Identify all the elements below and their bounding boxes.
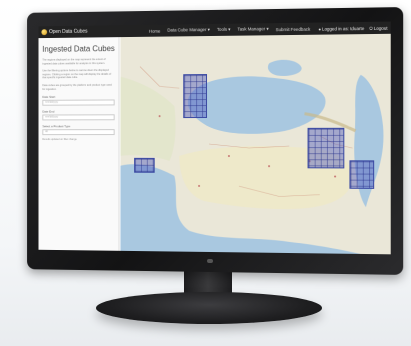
- product-type-select[interactable]: All: [42, 129, 115, 136]
- brand-logo[interactable]: Open Data Cubes: [41, 28, 88, 36]
- cube-logo-icon: [41, 29, 48, 36]
- nav-task-manager[interactable]: Task Manager ▾: [237, 26, 268, 32]
- map-view[interactable]: [120, 33, 391, 255]
- map-basemap: [120, 33, 391, 255]
- sidebar-footer-text: Results updated on filter change: [42, 138, 77, 142]
- monitor-bezel: Open Data Cubes Home Data Cube Manager ▾…: [27, 7, 404, 275]
- page-title: Ingested Data Cubes: [42, 44, 115, 54]
- sidebar-description-3: Data cubes are grouped by the platform a…: [42, 83, 112, 91]
- monitor-stand-base: [96, 292, 322, 324]
- brand-name: Open Data Cubes: [49, 28, 88, 36]
- user-label: Logged in as: tduarte: [321, 25, 365, 32]
- date-start-label: Date Start: [42, 95, 56, 100]
- date-start-input[interactable]: mm/dd/yyyy: [42, 99, 115, 106]
- sidebar-description-1: The regions displayed on the map represe…: [42, 58, 106, 66]
- user-icon: ●: [318, 26, 321, 32]
- logout-label: Logout: [373, 25, 388, 31]
- nav-submit-feedback[interactable]: Submit Feedback: [276, 26, 311, 31]
- sidebar-description-2: Use the filtering options below to narro…: [42, 69, 112, 80]
- logout-link[interactable]: ⏻ Logout: [369, 25, 387, 30]
- nav-tools[interactable]: Tools ▾: [217, 27, 231, 33]
- date-end-input[interactable]: mm/dd/yyyy: [42, 114, 115, 121]
- sidebar-panel: Ingested Data Cubes The regions displaye…: [38, 37, 120, 251]
- region-aegean-coast[interactable]: [134, 157, 155, 173]
- nav-home[interactable]: Home: [149, 28, 161, 33]
- region-caspian-border[interactable]: [349, 160, 375, 189]
- monitor-brand-logo: [207, 258, 213, 264]
- region-eastern-caucasus[interactable]: [307, 127, 345, 169]
- nav-data-cube-manager[interactable]: Data Cube Manager ▾: [167, 27, 210, 34]
- logged-in-user[interactable]: ● Logged in as: tduarte: [318, 25, 364, 31]
- power-icon: ⏻: [369, 25, 373, 31]
- region-western-black-sea[interactable]: [183, 74, 208, 119]
- date-end-label: Date End: [42, 109, 55, 114]
- screen: Open Data Cubes Home Data Cube Manager ▾…: [38, 21, 391, 255]
- product-type-label: Select a Product Type: [42, 124, 71, 129]
